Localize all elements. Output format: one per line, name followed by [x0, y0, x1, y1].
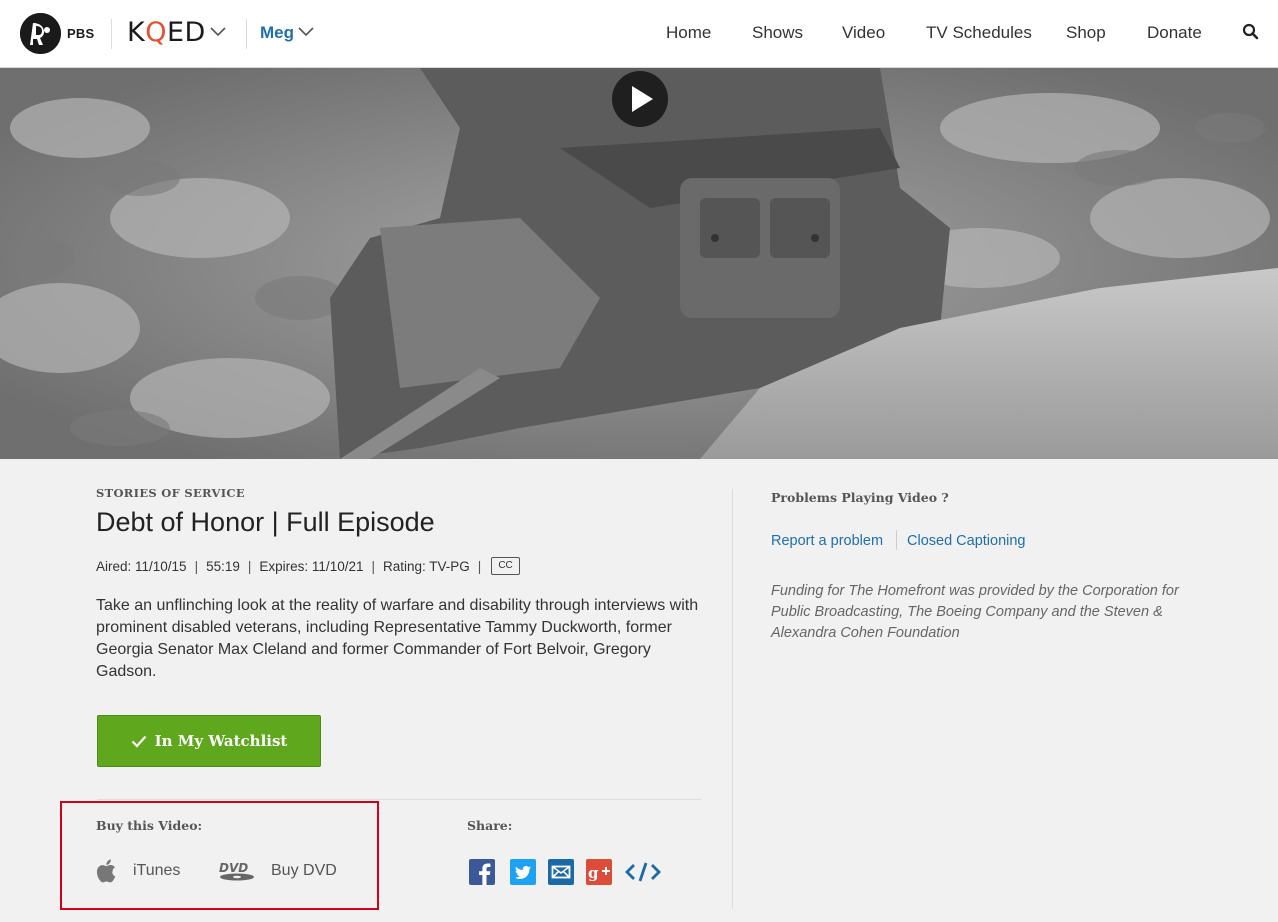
video-meta: Aired: 11/10/15 | 55:19 | Expires: 11/10…: [96, 556, 520, 576]
duration: 55:19: [206, 558, 240, 574]
apple-icon: [96, 859, 116, 883]
svg-text:g: g: [588, 864, 599, 882]
user-menu[interactable]: Meg: [260, 22, 314, 44]
pbs-head-icon: [20, 13, 61, 54]
header-divider: [246, 19, 247, 49]
pbs-wordmark: PBS: [67, 26, 95, 41]
closed-captioning-link[interactable]: Closed Captioning: [907, 531, 1026, 551]
meta-separator: |: [477, 558, 482, 574]
pbs-logo[interactable]: PBS: [20, 13, 94, 54]
meta-separator: |: [371, 558, 375, 574]
section-divider: [97, 799, 701, 800]
site-header: PBS KQED Meg Home Shows Video TV Schedul…: [0, 0, 1278, 68]
report-problem-link[interactable]: Report a problem: [771, 531, 883, 551]
aired-date: Aired: 11/10/15: [96, 558, 187, 574]
nav-donate[interactable]: Donate: [1147, 22, 1202, 44]
video-player[interactable]: [0, 68, 1278, 459]
email-icon[interactable]: [548, 859, 574, 885]
svg-text:DVD: DVD: [219, 861, 248, 875]
play-button[interactable]: [612, 71, 668, 127]
funding-credit: Funding for The Homefront was provided b…: [771, 583, 1179, 641]
station-logo: KQED: [127, 17, 206, 48]
play-icon: [632, 86, 653, 112]
column-divider: [732, 489, 733, 909]
google-plus-icon[interactable]: g: [586, 859, 612, 885]
link-separator: [896, 530, 897, 550]
dvd-icon: DVD: [219, 861, 254, 881]
search-icon[interactable]: [1241, 22, 1261, 42]
facebook-icon[interactable]: [469, 859, 495, 885]
meta-separator: |: [247, 558, 252, 574]
user-name: Meg: [260, 23, 294, 42]
share-label: Share:: [467, 818, 513, 833]
embed-icon[interactable]: [624, 859, 662, 885]
nav-shows[interactable]: Shows: [752, 22, 803, 44]
video-title: Debt of Honor | Full Episode: [96, 507, 435, 537]
meta-separator: |: [194, 558, 199, 574]
nav-home[interactable]: Home: [666, 22, 711, 44]
itunes-link[interactable]: iTunes: [96, 857, 180, 885]
chevron-down-icon: [298, 24, 314, 42]
rating: Rating: TV-PG: [383, 558, 470, 574]
buy-video-label: Buy this Video:: [96, 818, 203, 833]
watchlist-label: In My Watchlist: [154, 732, 288, 750]
video-description: Take an unflinching look at the reality …: [96, 597, 699, 680]
buy-dvd-label: Buy DVD: [271, 862, 337, 879]
problems-playing-title: Problems Playing Video ?: [771, 490, 949, 505]
nav-shop[interactable]: Shop: [1066, 22, 1106, 44]
checkmark-icon: [131, 735, 146, 748]
twitter-icon[interactable]: [510, 859, 536, 885]
expires-date: Expires: 11/10/21: [259, 558, 364, 574]
chevron-down-icon: [210, 24, 226, 42]
cc-badge: CC: [491, 557, 520, 575]
nav-tv-schedules[interactable]: TV Schedules: [926, 22, 1032, 44]
buy-dvd-link[interactable]: DVD Buy DVD: [218, 857, 337, 885]
itunes-label: iTunes: [133, 862, 181, 879]
station-selector[interactable]: KQED: [127, 16, 226, 50]
nav-video[interactable]: Video: [842, 22, 885, 44]
header-divider: [111, 19, 112, 49]
show-name-link[interactable]: STORIES OF SERVICE: [96, 486, 245, 500]
watchlist-button[interactable]: In My Watchlist: [97, 715, 321, 767]
